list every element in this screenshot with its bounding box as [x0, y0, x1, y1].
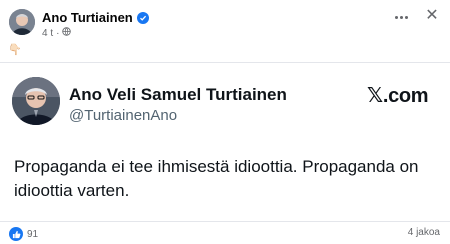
share-count[interactable]: 4 jakoa — [408, 227, 440, 238]
dot-icon — [399, 15, 403, 19]
close-icon[interactable]: ✕ — [424, 8, 440, 24]
author-name-label[interactable]: Ano Turtiainen — [42, 10, 133, 25]
dot-icon — [394, 15, 398, 19]
more-options-button[interactable] — [392, 10, 410, 24]
card-author-handle[interactable]: @TurtiainenAno — [69, 107, 177, 124]
x-logo[interactable]: 𝕏.com — [367, 83, 429, 108]
meta-separator: · — [56, 27, 60, 39]
tweet-text: Propaganda ei tee ihmisestä idioottia. P… — [14, 157, 419, 200]
post-text-emoji: 👇🏻 — [8, 44, 22, 56]
embedded-x-post[interactable]: Ano Veli Samuel Turtiainen @TurtiainenAn… — [0, 62, 450, 222]
author-avatar[interactable] — [9, 9, 35, 35]
like-icon — [9, 227, 23, 241]
verified-icon — [136, 11, 149, 24]
dot-icon — [404, 15, 408, 19]
facebook-post: Ano Turtiainen 4 t · ✕ 👇🏻 Ano Veli Samue… — [0, 0, 450, 244]
author-name[interactable]: Ano Turtiainen — [42, 10, 149, 25]
globe-icon — [62, 27, 72, 39]
post-meta: 4 t · — [42, 27, 72, 39]
card-author-name[interactable]: Ano Veli Samuel Turtiainen — [69, 85, 287, 105]
post-time[interactable]: 4 t — [42, 28, 53, 39]
reactions-summary[interactable]: 91 — [9, 227, 38, 241]
card-avatar — [12, 77, 60, 125]
reaction-count[interactable]: 91 — [27, 229, 38, 240]
